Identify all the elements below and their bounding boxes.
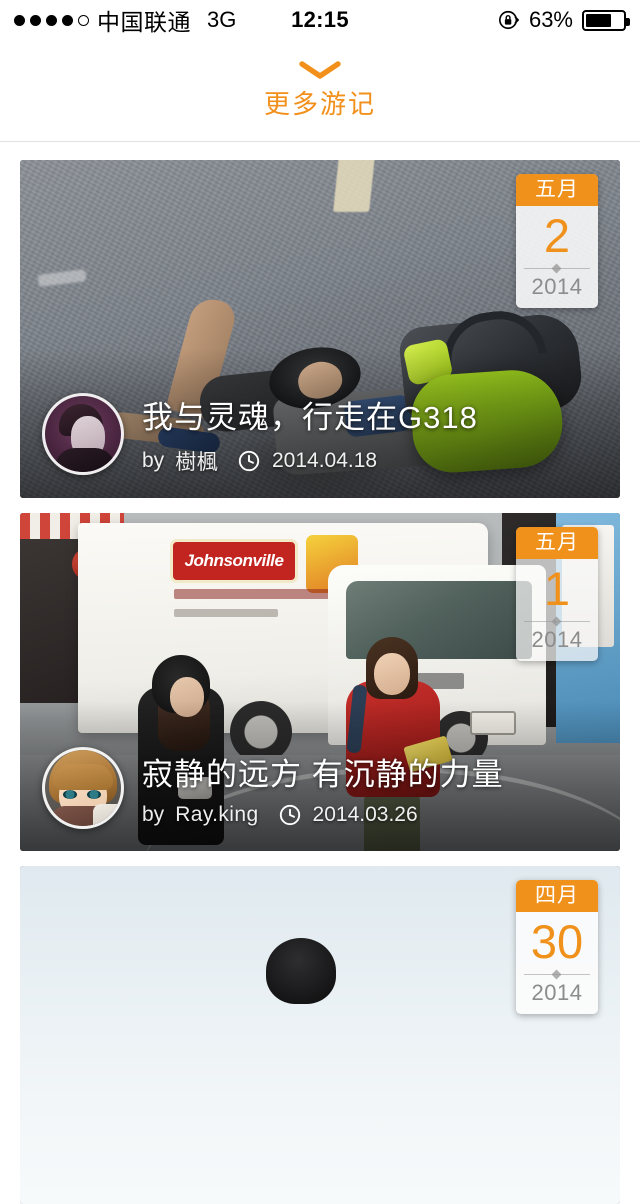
clock-icon — [279, 804, 300, 826]
date-badge: 五月 1 2014 — [516, 527, 598, 661]
date-badge: 四月 30 2014 — [516, 880, 598, 1014]
clock-icon — [238, 450, 260, 472]
card-meta-text: 我与灵魂，行走在G318 by 樹楓 2014.04.18 — [142, 392, 478, 476]
status-bar: 中国联通 3G 12:15 63% — [0, 0, 640, 40]
author-name: Ray.king — [175, 803, 259, 826]
chevron-down-icon — [299, 61, 341, 79]
date-badge-year: 2014 — [531, 274, 583, 299]
card-meta: 寂静的远方 有沉静的力量 by Ray.king 2014.03.26 — [42, 747, 524, 829]
date-badge-year: 2014 — [531, 980, 583, 1005]
battery-percent-label: 63% — [528, 7, 573, 32]
photo-truck-logo: Johnsonville — [170, 539, 298, 583]
card-title: 我与灵魂，行走在G318 — [142, 400, 478, 435]
date-badge-day: 1 — [543, 562, 571, 615]
status-bar-right: 63% — [498, 7, 630, 33]
card-byline: by Ray.king 2014.03.26 — [142, 803, 504, 827]
card-byline: by 樹楓 2014.04.18 — [142, 446, 478, 476]
card-title: 寂静的远方 有沉静的力量 — [142, 757, 504, 792]
byline-prefix: by — [142, 803, 165, 826]
date-badge-body: 1 2014 — [516, 559, 598, 661]
date-badge-day: 30 — [530, 915, 584, 968]
card-meta: 我与灵魂，行走在G318 by 樹楓 2014.04.18 — [42, 392, 524, 476]
date-badge-year: 2014 — [531, 627, 583, 652]
travelogue-card[interactable]: Johnsonville 五月 1 2014 寂静的远方 有沉静的力量 by R… — [20, 513, 620, 851]
travelogue-feed: 五月 2 2014 我与灵魂，行走在G318 by 樹楓 2014.04.18 … — [0, 142, 640, 1204]
date-badge-day: 2 — [543, 209, 571, 262]
date-badge-body: 2 2014 — [516, 206, 598, 308]
publish-date: 2014.03.26 — [312, 803, 418, 826]
rotation-lock-icon — [498, 10, 519, 30]
date-badge-divider — [524, 616, 590, 627]
avatar[interactable] — [42, 747, 124, 829]
more-travelogues-header[interactable]: 更多游记 — [0, 40, 640, 142]
byline-prefix: by — [142, 449, 165, 472]
card-meta-text: 寂静的远方 有沉静的力量 by Ray.king 2014.03.26 — [142, 749, 504, 827]
date-badge-divider — [524, 969, 590, 980]
battery-icon — [582, 9, 630, 31]
travelogue-card[interactable]: 四月 30 2014 — [20, 866, 620, 1204]
more-travelogues-label: 更多游记 — [263, 89, 376, 119]
publish-date: 2014.04.18 — [272, 449, 378, 472]
date-badge-body: 30 2014 — [516, 912, 598, 1014]
date-badge-month: 四月 — [516, 880, 598, 912]
author-name: 樹楓 — [175, 451, 218, 474]
travelogue-card[interactable]: 五月 2 2014 我与灵魂，行走在G318 by 樹楓 2014.04.18 — [20, 160, 620, 498]
date-badge-divider — [524, 263, 590, 274]
photo-silhouette-head — [266, 938, 336, 1004]
avatar[interactable] — [42, 393, 124, 475]
date-badge: 五月 2 2014 — [516, 174, 598, 308]
battery-fill — [586, 13, 612, 27]
date-badge-month: 五月 — [516, 527, 598, 559]
date-badge-month: 五月 — [516, 174, 598, 206]
